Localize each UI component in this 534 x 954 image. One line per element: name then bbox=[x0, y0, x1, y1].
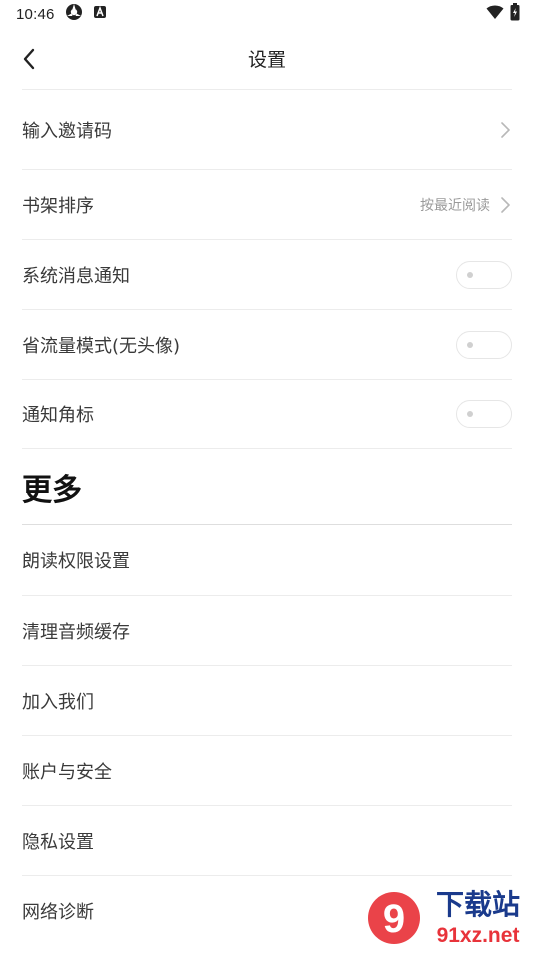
status-right bbox=[486, 3, 520, 25]
shelf-sort-row[interactable]: 书架排序 按最近阅读 bbox=[22, 169, 512, 239]
watermark-logo-graphic: 9 下载站 91xz.net bbox=[358, 884, 534, 950]
data-saver-toggle[interactable] bbox=[456, 331, 512, 359]
more-item-label: 隐私设置 bbox=[22, 828, 94, 854]
header: 设置 bbox=[0, 28, 534, 88]
chevron-right-icon bbox=[498, 121, 512, 139]
chevron-right-icon bbox=[498, 196, 512, 214]
data-saver-row: 省流量模式(无头像) bbox=[22, 309, 512, 379]
shelf-sort-label: 书架排序 bbox=[22, 192, 94, 218]
toggle-knob bbox=[467, 272, 473, 278]
more-item-label: 账户与安全 bbox=[22, 758, 112, 784]
invite-code-right bbox=[498, 121, 512, 139]
system-notify-toggle[interactable] bbox=[456, 261, 512, 289]
badge-row: 通知角标 bbox=[22, 379, 512, 448]
shelf-sort-value: 按最近阅读 bbox=[420, 195, 490, 215]
battery-icon bbox=[510, 3, 520, 25]
watermark-logo: 9 下载站 91xz.net bbox=[358, 884, 534, 950]
system-notify-right bbox=[456, 261, 512, 289]
status-bar: 10:46 bbox=[0, 0, 534, 28]
toggle-knob bbox=[467, 342, 473, 348]
watermark-logo-glyph: 9 bbox=[383, 897, 405, 941]
settings-list: 输入邀请码 书架排序 按最近阅读 系统消息通知 省流量模式(无头像) bbox=[22, 89, 512, 945]
more-item[interactable]: 清理音频缓存 bbox=[22, 595, 512, 665]
a-badge-icon bbox=[93, 5, 107, 23]
badge-label: 通知角标 bbox=[22, 401, 94, 427]
system-notify-label: 系统消息通知 bbox=[22, 262, 130, 288]
section-title-more: 更多 bbox=[22, 448, 512, 525]
sync-icon bbox=[65, 3, 83, 25]
invite-code-label: 输入邀请码 bbox=[22, 117, 112, 143]
more-item-label: 朗读权限设置 bbox=[22, 547, 130, 573]
badge-toggle[interactable] bbox=[456, 400, 512, 428]
toggle-knob bbox=[467, 411, 473, 417]
wifi-icon bbox=[486, 4, 504, 24]
watermark-url: 91xz.net bbox=[437, 924, 520, 947]
more-item-label: 清理音频缓存 bbox=[22, 618, 130, 644]
system-notify-row: 系统消息通知 bbox=[22, 239, 512, 309]
more-item[interactable]: 加入我们 bbox=[22, 665, 512, 735]
more-item-label: 网络诊断 bbox=[22, 898, 94, 924]
invite-code-row[interactable]: 输入邀请码 bbox=[22, 89, 512, 169]
data-saver-right bbox=[456, 331, 512, 359]
status-time: 10:46 bbox=[16, 6, 55, 23]
page-title: 设置 bbox=[0, 45, 534, 72]
shelf-sort-right: 按最近阅读 bbox=[420, 195, 512, 215]
badge-right bbox=[456, 400, 512, 428]
more-item[interactable]: 隐私设置 bbox=[22, 805, 512, 875]
status-left: 10:46 bbox=[16, 3, 107, 25]
more-item[interactable]: 账户与安全 bbox=[22, 735, 512, 805]
watermark-title: 下载站 bbox=[436, 888, 520, 921]
data-saver-label: 省流量模式(无头像) bbox=[22, 332, 180, 358]
more-item[interactable]: 朗读权限设置 bbox=[22, 525, 512, 595]
more-item-label: 加入我们 bbox=[22, 688, 94, 714]
